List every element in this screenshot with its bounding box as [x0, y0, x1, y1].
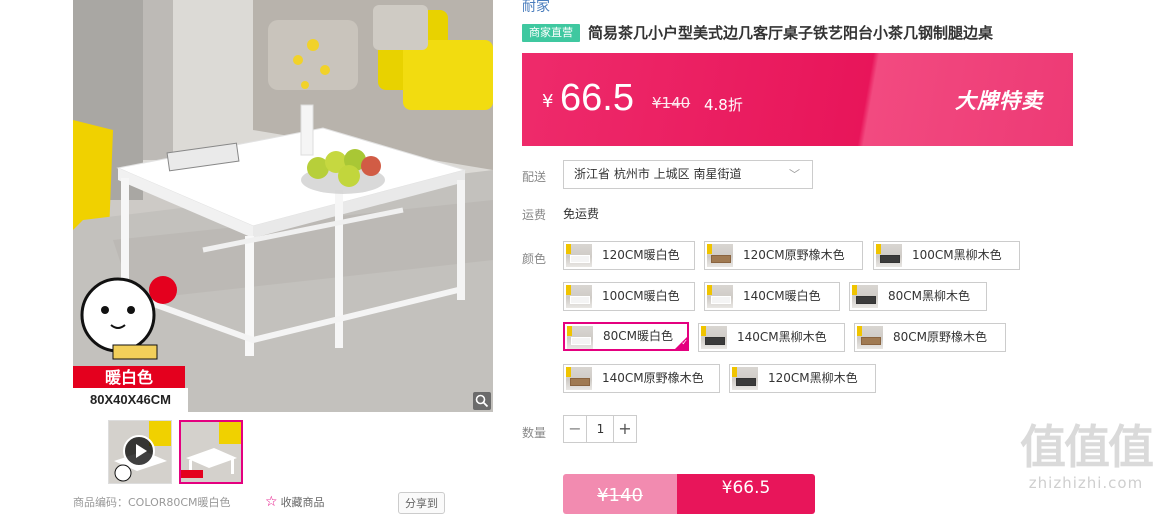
original-price: ¥140: [652, 94, 691, 112]
quantity-input[interactable]: [587, 416, 614, 442]
quantity-stepper: − +: [563, 415, 637, 443]
color-swatch: [852, 285, 878, 308]
color-option[interactable]: 120CM暖白色: [563, 241, 695, 270]
title-row: 商家直营 简易茶几小户型美式边几客厅桌子铁艺阳台小茶几钢制腿边桌: [522, 22, 993, 44]
watermark-logo: 值值值: [1020, 420, 1154, 474]
color-option-label: 80CM原野橡木色: [893, 330, 988, 344]
gallery-footer: 商品编码：COLOR80CM暖白色 ☆ 收藏商品 分享到: [73, 492, 503, 514]
color-option-label: 120CM黑柳木色: [768, 371, 858, 385]
color-option[interactable]: 140CM黑柳木色: [698, 323, 845, 352]
color-option[interactable]: 100CM黑柳木色: [873, 241, 1020, 270]
color-option-selected[interactable]: 80CM暖白色: [563, 322, 689, 351]
play-icon: [123, 435, 155, 467]
color-option-label: 80CM暖白色: [603, 329, 674, 343]
color-option-label: 140CM黑柳木色: [737, 330, 827, 344]
chevron-down-icon: ﹀: [789, 168, 800, 181]
current-price: 66.5: [560, 77, 634, 119]
product-title: 简易茶几小户型美式边几客厅桌子铁艺阳台小茶几钢制腿边桌: [588, 24, 994, 42]
watermark-url: zhizhizhi.com: [1028, 474, 1144, 492]
color-swatch: [701, 326, 727, 349]
brand-link[interactable]: 耐家: [522, 0, 550, 16]
color-option[interactable]: 120CM黑柳木色: [729, 364, 876, 393]
check-icon: [674, 336, 688, 350]
product-main-image[interactable]: [73, 0, 493, 412]
promo-label: 大牌特卖: [955, 89, 1043, 113]
color-option-label: 80CM黑柳木色: [888, 289, 971, 303]
color-swatch: [567, 326, 593, 349]
delivery-label: 配送: [522, 170, 547, 184]
quantity-label: 数量: [522, 426, 547, 440]
color-option[interactable]: 80CM黑柳木色: [849, 282, 987, 311]
quantity-decrement-button[interactable]: −: [564, 416, 587, 442]
direct-store-tag: 商家直营: [522, 23, 580, 42]
shipping-label: 运费: [522, 208, 547, 222]
color-swatch: [732, 367, 758, 390]
share-button[interactable]: 分享到: [398, 492, 445, 514]
thumbnail-selected[interactable]: [179, 420, 243, 484]
discount-label: 4.8折: [704, 96, 743, 114]
favorite-link[interactable]: ☆ 收藏商品: [265, 494, 325, 510]
color-swatch: [566, 244, 592, 267]
address-select[interactable]: 浙江省 杭州市 上城区 南星街道 ﹀: [563, 160, 813, 189]
color-option[interactable]: 140CM暖白色: [704, 282, 840, 311]
product-code: 商品编码：COLOR80CM暖白色: [73, 496, 231, 509]
address-value: 浙江省 杭州市 上城区 南星街道: [574, 167, 742, 181]
favorite-label: 收藏商品: [280, 496, 325, 509]
color-option-label: 120CM原野橡木色: [743, 248, 845, 262]
currency-symbol: ¥: [542, 91, 554, 112]
star-icon: ☆: [265, 494, 278, 510]
color-option-label: 140CM暖白色: [743, 289, 821, 303]
buy-now-button[interactable]: ¥66.5: [677, 474, 815, 514]
color-option[interactable]: 140CM原野橡木色: [563, 364, 720, 393]
color-swatch: [857, 326, 883, 349]
size-label: 80X40X46CM: [73, 388, 188, 412]
color-option-label: 140CM原野橡木色: [602, 371, 704, 385]
color-swatch: [566, 285, 592, 308]
color-option[interactable]: 120CM原野橡木色: [704, 241, 863, 270]
color-option[interactable]: 80CM原野橡木色: [854, 323, 1006, 352]
color-swatch: [566, 367, 592, 390]
color-option-label: 120CM暖白色: [602, 248, 680, 262]
color-option[interactable]: 100CM暖白色: [563, 282, 695, 311]
color-badge: 暖白色: [73, 366, 185, 390]
color-swatch: [707, 285, 733, 308]
quantity-increment-button[interactable]: +: [613, 416, 636, 442]
zoom-button[interactable]: [473, 392, 491, 410]
color-swatch: [707, 244, 733, 267]
thumbnail-video[interactable]: [108, 420, 172, 484]
thumbnail-image: [181, 422, 241, 482]
color-option-label: 100CM暖白色: [602, 289, 680, 303]
buy-buttons: ¥140 ¥66.5: [563, 474, 815, 514]
price-banner: ¥ 66.5 ¥140 4.8折 大牌特卖: [522, 53, 1073, 146]
shipping-value: 免运费: [563, 207, 600, 221]
zoom-icon: [475, 394, 489, 408]
color-option-label: 100CM黑柳木色: [912, 248, 1002, 262]
color-swatch: [876, 244, 902, 267]
color-label: 颜色: [522, 252, 547, 266]
site-watermark: 值值值 zhizhizhi.com: [1012, 420, 1160, 492]
buy-original-price-button[interactable]: ¥140: [563, 474, 677, 514]
product-photo: [73, 0, 493, 412]
